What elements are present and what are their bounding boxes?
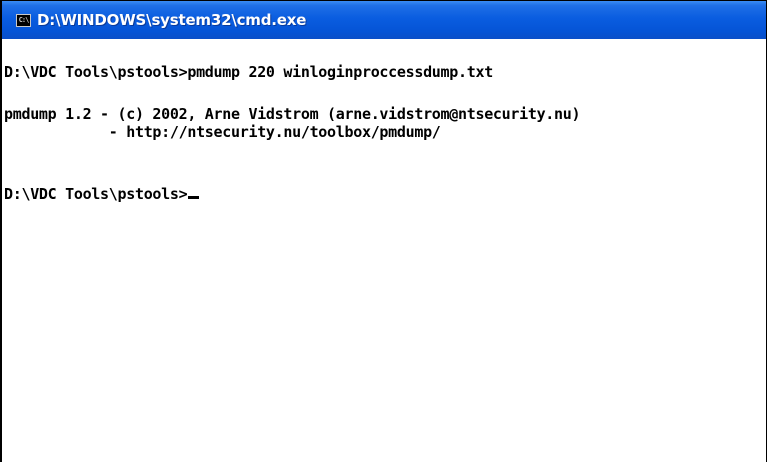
console-line-url: - http://ntsecurity.nu/toolbox/pmdump/	[4, 123, 441, 141]
console-output[interactable]: D:\VDC Tools\pstools>pmdump 220 winlogin…	[2, 39, 766, 462]
console-line-banner: pmdump 1.2 - (c) 2002, Arne Vidstrom (ar…	[4, 105, 581, 123]
cmd-icon[interactable]: C:\	[16, 13, 31, 27]
console-line-command: D:\VDC Tools\pstools>pmdump 220 winlogin…	[4, 63, 493, 81]
cmd-icon-glyph: C:\	[18, 15, 30, 24]
title-bar[interactable]: C:\ D:\WINDOWS\system32\cmd.exe	[2, 1, 766, 39]
console-prompt: D:\VDC Tools\pstools>	[4, 185, 200, 203]
console-prompt-text: D:\VDC Tools\pstools>	[4, 185, 188, 203]
cmd-window: C:\ D:\WINDOWS\system32\cmd.exe D:\VDC T…	[0, 0, 767, 462]
text-cursor	[188, 196, 200, 199]
window-title: D:\WINDOWS\system32\cmd.exe	[37, 11, 307, 29]
